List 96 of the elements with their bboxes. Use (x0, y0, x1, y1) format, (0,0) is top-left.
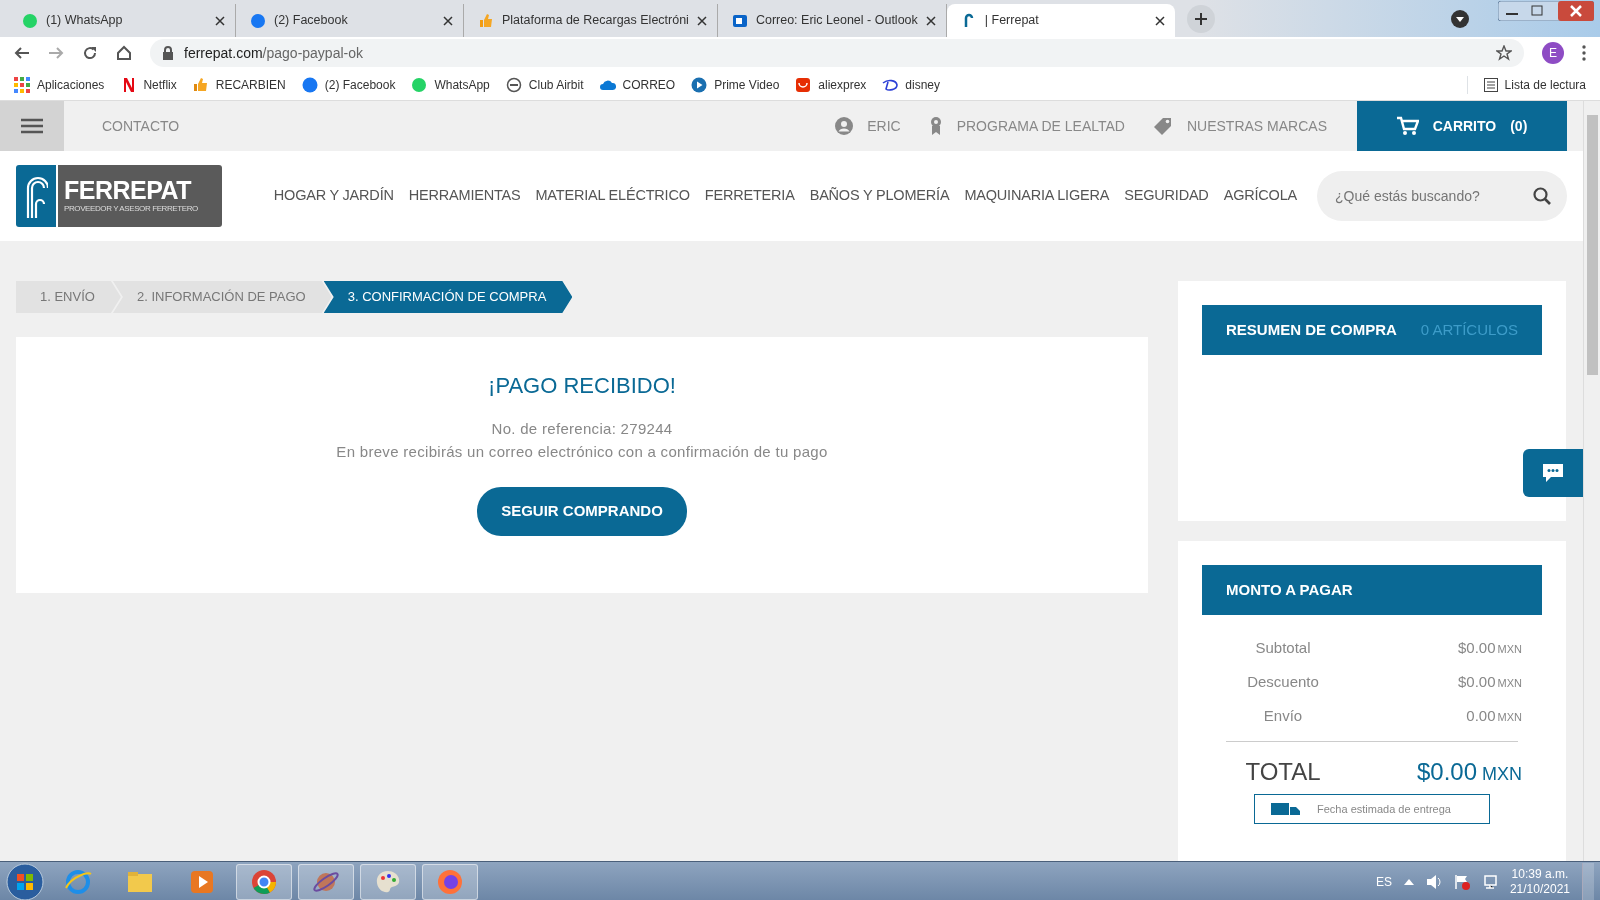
bookmark[interactable]: (2) Facebook (301, 75, 396, 94)
truck-icon (1271, 801, 1301, 817)
circle-icon (301, 76, 318, 93)
brand-tagline: PROVEEDOR Y ASESOR FERRETERO (64, 202, 199, 215)
nav-link[interactable]: HOGAR Y JARDÍN (273, 185, 394, 207)
start-icon[interactable] (6, 862, 44, 900)
caret-up-icon[interactable] (1403, 878, 1414, 885)
search-field[interactable]: ¿Qué estás buscando? (1333, 184, 1533, 208)
bookmark[interactable]: Prime Video (691, 75, 780, 94)
menu-icon (21, 118, 43, 134)
chrome-icon (250, 867, 278, 896)
tab-title: | Ferrepat (984, 12, 1040, 30)
medal-icon (928, 116, 943, 136)
close-icon[interactable] (215, 15, 225, 26)
tab-title: (1) WhatsApp (46, 12, 124, 30)
close-icon[interactable] (925, 15, 936, 26)
tab-title: (2) Facebook (274, 12, 349, 30)
reference-number: No. de referencia: 279244 (490, 419, 674, 439)
window-controls-icon[interactable] (1498, 1, 1594, 21)
avatar[interactable]: E (1542, 42, 1564, 64)
checkout-step[interactable]: 1. ENVÍO (16, 281, 121, 313)
price-label: Descuento (1246, 671, 1320, 692)
plus-icon[interactable] (1186, 5, 1215, 33)
dropdown-icon[interactable] (1450, 9, 1470, 29)
bookmark[interactable]: RECARBIEN (192, 75, 286, 94)
taskbar-button[interactable] (236, 863, 292, 900)
thumbs-up-icon (192, 76, 209, 93)
bookmark[interactable]: Aplicaciones (14, 75, 105, 94)
thumbs-up-icon (478, 12, 494, 29)
tab-title: Plataforma de Recargas Electróni (502, 12, 689, 30)
nav-link[interactable]: FERRETERIA (704, 185, 795, 207)
bookmark[interactable]: Club Airbit (505, 75, 584, 94)
browser-icon (64, 867, 92, 896)
reload-icon[interactable] (82, 45, 98, 61)
reading-list-button[interactable]: Lista de lectura (1466, 75, 1586, 94)
price-value: $0.00 MXN (1458, 637, 1522, 658)
apps-grid-icon (14, 76, 30, 93)
nav-link[interactable]: SEGURIDAD (1124, 185, 1209, 207)
menu-icon[interactable] (1582, 45, 1586, 61)
nav-link[interactable]: HERRAMIENTAS (408, 185, 521, 207)
bookmark[interactable]: aliexprex (795, 75, 867, 94)
price-value: 0.00 MXN (1466, 705, 1522, 726)
taskbar-button[interactable] (422, 863, 478, 900)
taskbar-button[interactable] (298, 863, 354, 900)
speaker-icon[interactable] (1425, 873, 1442, 890)
browser-tab[interactable]: | Ferrepat (946, 4, 1175, 37)
search-box[interactable]: ¿Qué estás buscando? (1317, 171, 1567, 221)
bookmark[interactable]: disney (882, 75, 941, 94)
nav-link[interactable]: BAÑOS Y PLOMERÍA (809, 185, 950, 207)
bookmark[interactable]: Netflix (120, 75, 177, 94)
network-icon[interactable] (1481, 873, 1498, 890)
bookmark[interactable]: CORREO (599, 75, 676, 94)
delivery-note: Fecha estimada de entrega (1317, 801, 1451, 817)
bag-icon (795, 76, 812, 93)
total-label: TOTAL (1244, 757, 1322, 787)
payment-header: MONTO A PAGAR (1202, 565, 1542, 615)
nav-link[interactable]: MAQUINARIA LIGERA (964, 185, 1110, 207)
circle-icon (250, 12, 266, 29)
search-icon[interactable] (1533, 187, 1551, 205)
tab-title: Correo: Eric Leonel - Outlook (755, 12, 918, 30)
ring-icon (505, 76, 522, 93)
list-icon (1483, 77, 1498, 92)
total-value: $0.00 MXN (1416, 757, 1522, 787)
chat-icon (1541, 462, 1565, 484)
close-icon[interactable] (696, 15, 707, 26)
nav-link[interactable]: MATERIAL ELÉCTRICO (535, 185, 690, 207)
chat-button[interactable] (1523, 449, 1583, 497)
page-heading: ¡PAGO RECIBIDO! (487, 372, 677, 400)
brand-name: FERREPAT (64, 177, 193, 203)
url-text: ferrepat.com/pago-paypal-ok (184, 43, 363, 63)
user-icon (835, 117, 854, 135)
checkout-step[interactable]: 3. CONFIRMACIÓN DE COMPRA (323, 281, 573, 313)
cart-icon (1396, 116, 1419, 136)
close-icon[interactable] (443, 15, 453, 26)
summary-title: RESUMEN DE COMPRA (1226, 319, 1397, 340)
address-bar[interactable]: ferrepat.com/pago-paypal-ok (150, 39, 1524, 67)
confirmation-message: En breve recibirás un correo electrónico con a confirmación de tu pago (335, 441, 829, 462)
nav-link[interactable]: AGRÍCOLA (1223, 185, 1297, 207)
back-icon[interactable] (14, 45, 30, 61)
price-label: Envío (1262, 705, 1304, 726)
scrollbar-thumb[interactable] (1587, 115, 1598, 375)
price-label: Subtotal (1254, 637, 1312, 658)
checkout-step[interactable]: 2. INFORMACIÓN DE PAGO (112, 281, 332, 313)
flag-icon[interactable] (1453, 873, 1470, 890)
star-icon[interactable] (1496, 45, 1512, 61)
price-value: $0.00 MXN (1458, 671, 1522, 692)
cart-button[interactable]: CARRITO (0) (1357, 101, 1567, 151)
continue-shopping-button[interactable]: SEGUIR COMPRANDO (477, 487, 687, 536)
bookmark[interactable]: WhatsApp (411, 75, 490, 94)
home-icon[interactable] (116, 45, 132, 61)
close-icon[interactable] (1154, 15, 1165, 26)
logo-mark-icon (24, 174, 48, 218)
play-icon (691, 76, 708, 93)
lock-icon (162, 46, 174, 60)
menu-button[interactable] (0, 101, 64, 151)
tag-icon (1152, 116, 1173, 136)
